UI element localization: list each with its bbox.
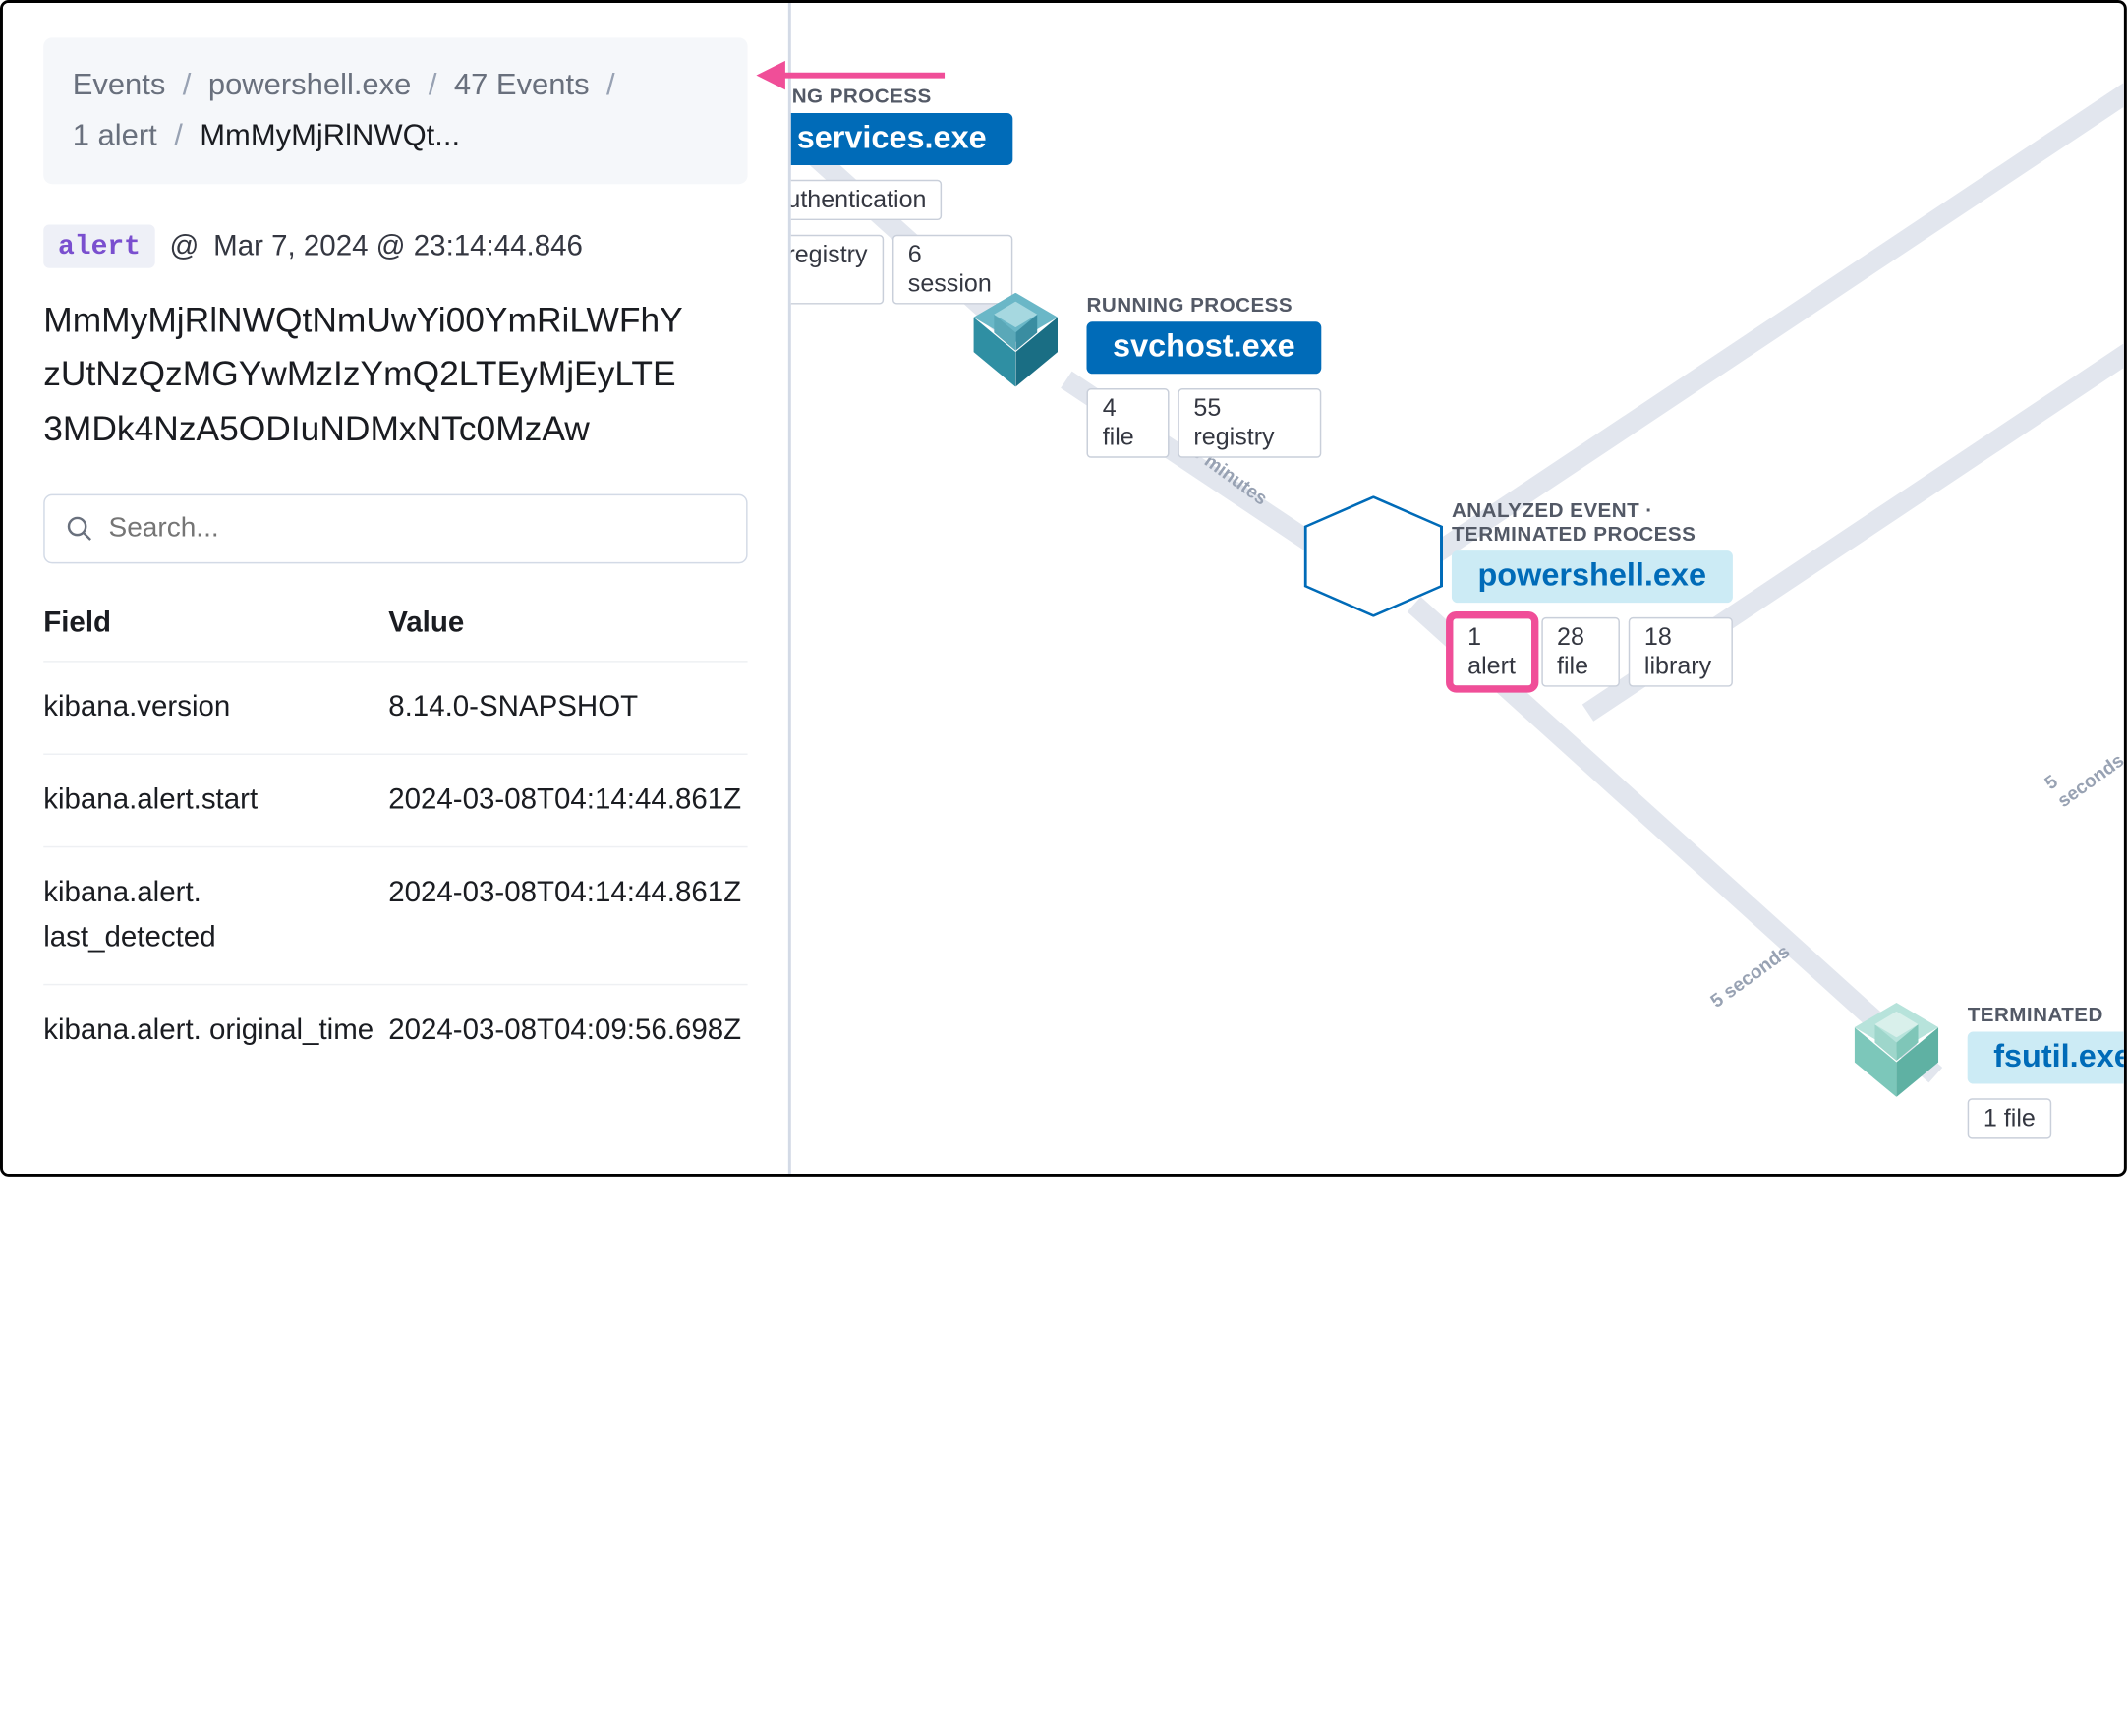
table-row: kibana.alert. last_detected 2024-03-08T0… (43, 847, 747, 985)
node-name-pill[interactable]: powershell.exe (1452, 550, 1733, 603)
search-input[interactable] (109, 513, 726, 545)
field-value: 8.14.0-SNAPSHOT (388, 685, 747, 730)
alert-timestamp: Mar 7, 2024 @ 23:14:44.846 (213, 230, 583, 263)
breadcrumb-item[interactable]: Events (73, 68, 166, 101)
process-tree-graph[interactable]: 40 minutes 5 seconds 5 seconds NING PROC… (791, 3, 2124, 1174)
table-row: kibana.alert. original_time 2024-03-08T0… (43, 985, 747, 1076)
alert-type-badge: alert (43, 225, 155, 268)
node-tag-alert[interactable]: 1 alert (1452, 617, 1532, 687)
node-name-pill[interactable]: svchost.exe (1087, 321, 1322, 374)
field-name: kibana.alert. original_time (43, 1009, 388, 1054)
node-tag[interactable]: 4 file (1087, 388, 1170, 458)
node-tag[interactable]: 55 registry (1178, 388, 1321, 458)
breadcrumb-separator: / (606, 68, 615, 101)
node-status: ANALYZED EVENT · TERMINATED PROCESS (1452, 498, 1733, 545)
node-tag[interactable]: registry (791, 235, 884, 305)
alert-timestamp-line: alert @ Mar 7, 2024 @ 23:14:44.846 (43, 225, 747, 268)
node-status: RUNNING PROCESS (1087, 293, 1322, 317)
breadcrumb-item[interactable]: powershell.exe (208, 68, 411, 101)
search-input-wrapper[interactable] (43, 493, 747, 563)
breadcrumb: Events / powershell.exe / 47 Events / 1 … (43, 37, 747, 184)
breadcrumb-separator: / (174, 118, 183, 151)
node-tag[interactable]: 18 library (1629, 617, 1733, 687)
node-name-pill[interactable]: services.exe (791, 113, 1012, 165)
node-name-pill[interactable]: fsutil.exe (1968, 1031, 2124, 1083)
alert-at-symbol: @ (169, 230, 199, 263)
cube-icon (974, 293, 1058, 388)
node-status: TERMINATED (1968, 1003, 2124, 1026)
table-row: kibana.alert.start 2024-03-08T04:14:44.8… (43, 755, 747, 847)
table-row: kibana.version 8.14.0-SNAPSHOT (43, 662, 747, 754)
field-name: kibana.alert. last_detected (43, 871, 388, 960)
node-tag[interactable]: 1 file (1968, 1098, 2051, 1138)
breadcrumb-item[interactable]: 47 Events (454, 68, 590, 101)
node-tag[interactable]: 28 file (1541, 617, 1620, 687)
node-tag[interactable]: uthentication (791, 180, 943, 220)
breadcrumb-separator: / (429, 68, 437, 101)
breadcrumb-separator: / (183, 68, 192, 101)
field-value: 2024-03-08T04:14:44.861Z (388, 778, 747, 823)
field-name: kibana.version (43, 685, 388, 730)
field-value: 2024-03-08T04:14:44.861Z (388, 871, 747, 960)
alert-id: MmMyMjRlNWQtNmUwYi00YmRiLWFhYzUtNzQzMGYw… (43, 295, 747, 456)
node-status: NING PROCESS (791, 84, 1012, 107)
fields-table: Field Value kibana.version 8.14.0-SNAPSH… (43, 593, 747, 1076)
search-icon (65, 514, 93, 543)
field-value: 2024-03-08T04:09:56.698Z (388, 1009, 747, 1054)
field-name: kibana.alert.start (43, 778, 388, 823)
column-header-field: Field (43, 607, 388, 640)
cube-icon (1855, 1003, 1938, 1098)
breadcrumb-item[interactable]: 1 alert (73, 118, 157, 151)
breadcrumb-current: MmMyMjRlNWQt... (200, 118, 460, 151)
details-panel: Events / powershell.exe / 47 Events / 1 … (3, 3, 791, 1174)
column-header-value: Value (388, 607, 747, 640)
